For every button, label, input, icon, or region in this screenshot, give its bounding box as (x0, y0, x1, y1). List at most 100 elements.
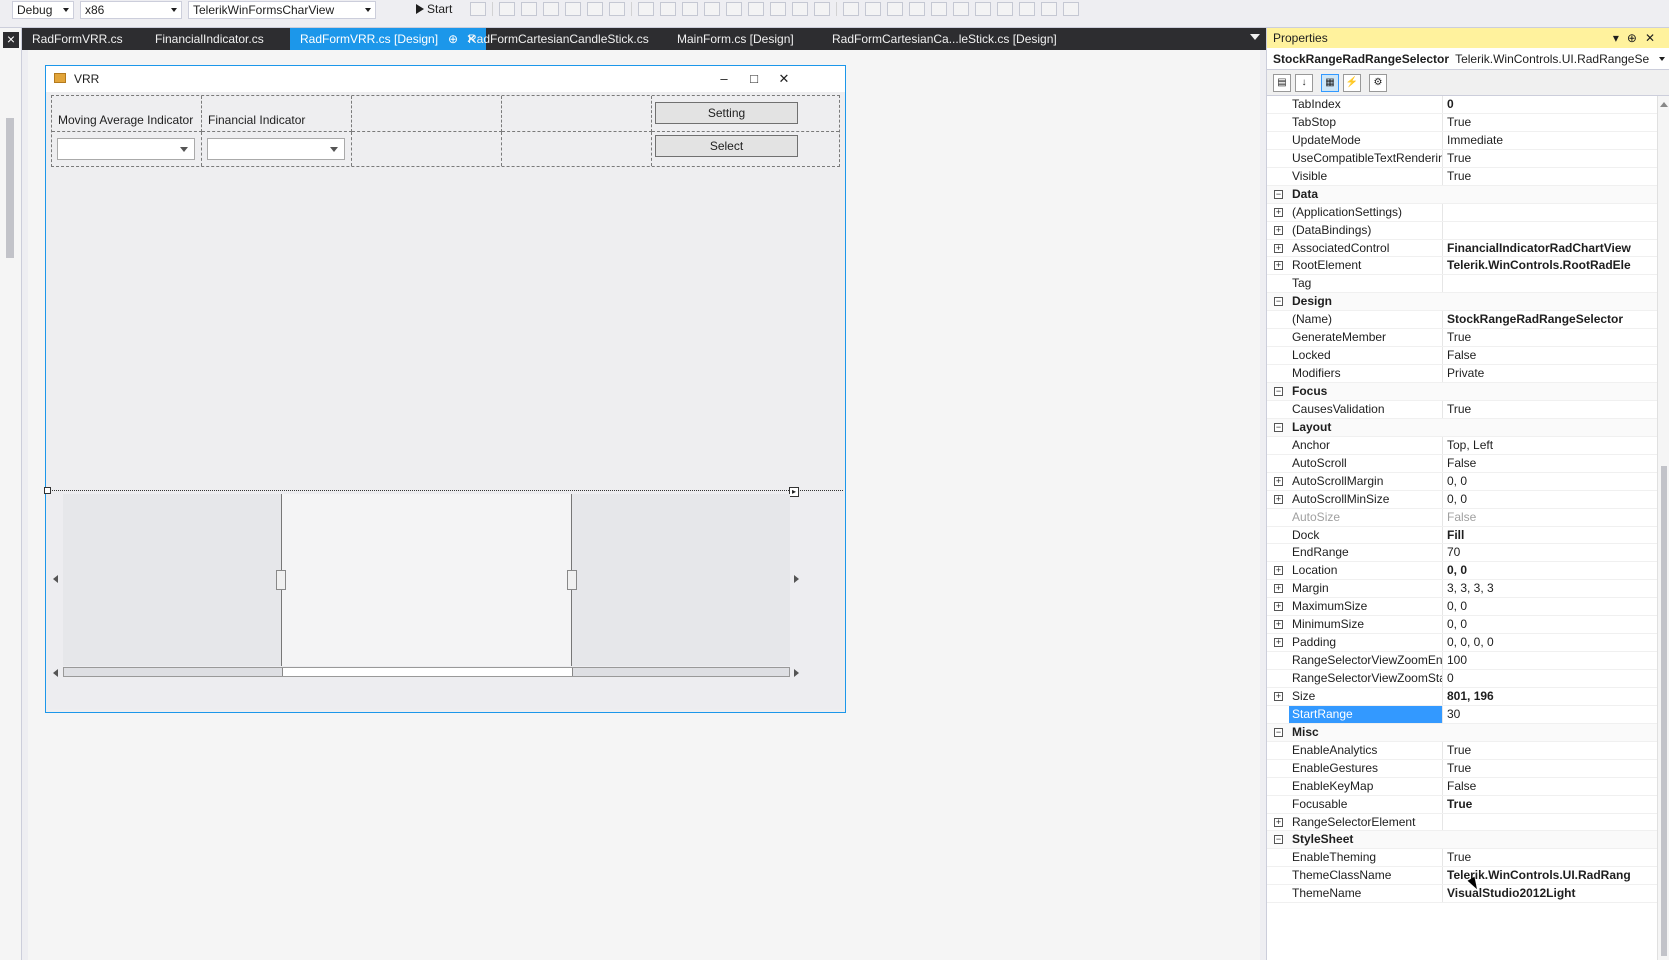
property-value[interactable]: 0, 0 (1442, 490, 1657, 508)
property-row[interactable]: Locked False (1267, 347, 1657, 366)
center-horizontally-icon[interactable] (587, 2, 603, 16)
property-row[interactable]: Tag (1267, 275, 1657, 294)
property-row[interactable]: + Padding 0, 0, 0, 0 (1267, 634, 1657, 653)
property-value[interactable]: False (1442, 508, 1657, 526)
close-icon[interactable]: × (3, 32, 19, 48)
property-row[interactable]: StartRange 30 (1267, 705, 1657, 724)
property-value[interactable]: True (1442, 329, 1657, 347)
expand-icon[interactable]: + (1274, 691, 1283, 701)
property-value[interactable]: True (1442, 759, 1657, 777)
close-icon[interactable]: ✕ (774, 70, 794, 88)
expand-icon[interactable]: + (1274, 225, 1283, 235)
tab-radformvrr-design[interactable]: RadFormVRR.cs [Design] ⊕ ✕ (290, 28, 487, 50)
property-row[interactable]: + (DataBindings) (1267, 221, 1657, 240)
alphabetical-icon[interactable]: ↓ (1295, 74, 1313, 92)
align-left-icon[interactable] (499, 2, 515, 16)
property-value[interactable]: True (1442, 741, 1657, 759)
property-row[interactable]: AutoSize False (1267, 508, 1657, 527)
property-value[interactable]: True (1442, 113, 1657, 131)
expand-icon[interactable]: + (1274, 261, 1283, 271)
find-icon[interactable] (470, 2, 486, 16)
hspace-decrease-icon[interactable] (770, 2, 786, 16)
property-value[interactable]: Fill (1442, 526, 1657, 544)
property-grid-scrollbar[interactable] (1657, 96, 1669, 960)
property-row[interactable]: ThemeClassName Telerik.WinControls.UI.Rad… (1267, 867, 1657, 886)
align-center-icon[interactable] (521, 2, 537, 16)
property-category[interactable]: − Misc (1267, 723, 1657, 742)
make-same-height-icon[interactable] (660, 2, 676, 16)
properties-icon[interactable]: ▦ (1321, 74, 1339, 92)
property-row[interactable]: GenerateMember True (1267, 329, 1657, 348)
list-icon[interactable] (1041, 2, 1057, 16)
layout-panel[interactable]: Moving Average Indicator Financial Indic… (51, 95, 840, 167)
collapse-icon[interactable]: − (1274, 297, 1283, 307)
property-row[interactable]: RangeSelectorViewZoomStart 0 (1267, 670, 1657, 688)
property-row[interactable]: RangeSelectorViewZoomEnd 100 (1267, 652, 1657, 670)
chart-icon[interactable] (1019, 2, 1035, 16)
property-value[interactable] (1442, 813, 1657, 831)
scrollbar-thumb[interactable] (1661, 466, 1667, 956)
expand-icon[interactable]: + (1274, 207, 1283, 217)
hscroll-right-icon[interactable] (794, 669, 799, 677)
expand-icon[interactable]: + (1274, 566, 1283, 576)
object-selector[interactable]: StockRangeRadRangeSelector Telerik.WinCon… (1267, 48, 1669, 70)
property-value[interactable]: True (1442, 149, 1657, 167)
selection-grip[interactable] (44, 487, 51, 494)
platform-select[interactable]: x86 (80, 1, 182, 19)
expand-icon[interactable]: + (1274, 638, 1283, 648)
property-value[interactable]: 30 (1442, 705, 1657, 723)
tab-overflow-icon[interactable] (1250, 34, 1260, 40)
property-row[interactable]: + MaximumSize 0, 0 (1267, 598, 1657, 617)
property-value[interactable]: False (1442, 454, 1657, 472)
property-row[interactable]: TabIndex 0 (1267, 96, 1657, 114)
tab-mainform-design[interactable]: MainForm.cs [Design] (667, 28, 804, 50)
vspace-increase-icon[interactable] (814, 2, 830, 16)
stock-range-selector[interactable]: ▸ (44, 487, 843, 709)
minimize-icon[interactable]: – (714, 70, 734, 88)
property-row[interactable]: CausesValidation True (1267, 400, 1657, 419)
property-value[interactable]: Top, Left (1442, 436, 1657, 454)
property-value[interactable]: Immediate (1442, 131, 1657, 149)
designed-form[interactable]: VRR – □ ✕ Moving Average Indicator Finan… (44, 65, 846, 713)
property-value[interactable]: 100 (1442, 652, 1657, 669)
range-scrollbar[interactable] (63, 667, 790, 677)
property-row[interactable]: + AssociatedControl FinancialIndicatorRadC… (1267, 239, 1657, 258)
vspace-equal-icon[interactable] (792, 2, 808, 16)
property-value[interactable]: 0, 0 (1442, 616, 1657, 634)
size-to-grid-icon[interactable] (704, 2, 720, 16)
property-value[interactable]: False (1442, 347, 1657, 365)
events-icon[interactable]: ⚡ (1343, 74, 1361, 92)
select-button[interactable]: Select (655, 135, 798, 157)
collapse-icon[interactable]: − (1274, 835, 1283, 845)
hspace-increase-icon[interactable] (748, 2, 764, 16)
property-value[interactable]: 70 (1442, 544, 1657, 562)
scroll-right-icon[interactable] (794, 575, 799, 583)
property-category[interactable]: − Layout (1267, 418, 1657, 437)
tab-radformcartesiancandlestick-cs[interactable]: RadFormCartesianCandleStick.cs (458, 28, 659, 50)
property-grid[interactable]: TabIndex 0 TabStop True UpdateMode Immediate U… (1267, 96, 1657, 960)
property-value[interactable]: 801, 196 (1442, 687, 1657, 705)
property-value[interactable]: 3, 3, 3, 3 (1442, 580, 1657, 598)
property-category[interactable]: − Data (1267, 185, 1657, 204)
property-row[interactable]: + RangeSelectorElement (1267, 813, 1657, 832)
property-row[interactable]: UseCompatibleTextRendering True (1267, 149, 1657, 168)
panel-window-buttons[interactable]: ▾⊕✕ (1613, 28, 1663, 48)
financial-indicator-dropdown[interactable] (207, 138, 345, 160)
property-row[interactable]: Focusable True (1267, 795, 1657, 814)
property-value[interactable] (1442, 221, 1657, 239)
property-value[interactable]: StockRangeRadRangeSelector (1442, 311, 1657, 329)
grid-icon[interactable] (1063, 2, 1079, 16)
send-to-back-icon[interactable] (865, 2, 881, 16)
property-value[interactable]: False (1442, 777, 1657, 795)
property-row[interactable]: EndRange 70 (1267, 544, 1657, 563)
smart-tag-icon[interactable]: ▸ (789, 487, 799, 497)
property-row[interactable]: TabStop True (1267, 113, 1657, 132)
tab-order-icon[interactable] (887, 2, 903, 16)
moving-average-dropdown[interactable] (57, 138, 195, 160)
property-row[interactable]: (Name) StockRangeRadRangeSelector (1267, 311, 1657, 330)
range-selection-window[interactable] (281, 494, 572, 666)
configuration-select[interactable]: Debug (12, 1, 74, 19)
scroll-left-icon[interactable] (53, 575, 58, 583)
property-row[interactable]: EnableKeyMap False (1267, 777, 1657, 796)
property-category[interactable]: − StyleSheet (1267, 831, 1657, 850)
